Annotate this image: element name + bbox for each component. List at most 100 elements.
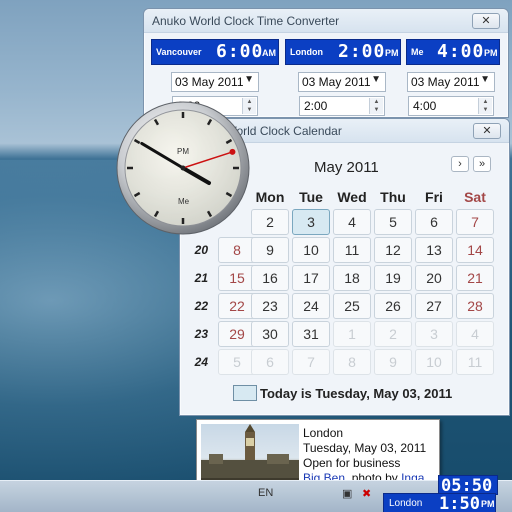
weekday-mon: Mon — [255, 189, 285, 205]
date-select-value: 03 May 2011 — [175, 75, 244, 89]
date-select-london[interactable]: 03 May 2011 ▼ — [298, 72, 386, 92]
week-number: 23 — [194, 327, 208, 341]
time-input-london[interactable]: 2:00 ▲ ▼ — [299, 96, 385, 116]
week-number: 24 — [194, 355, 208, 369]
day-cell[interactable]: 3 — [415, 321, 453, 347]
time-spinner[interactable]: ▲ ▼ — [478, 98, 492, 114]
date-select-me[interactable]: 03 May 2011 ▼ — [407, 72, 495, 92]
clock-ampm: PM — [484, 48, 498, 58]
day-cell[interactable]: 4 — [456, 321, 494, 347]
taskbar-clock-top[interactable]: 05:50 — [438, 475, 498, 496]
day-cell[interactable]: 6 — [415, 209, 453, 235]
day-cell[interactable]: 18 — [333, 265, 371, 291]
converter-close-button[interactable]: ✕ — [472, 13, 500, 29]
clock-city-label: Vancouver — [156, 47, 202, 57]
day-cell[interactable]: 16 — [251, 265, 289, 291]
day-cell[interactable]: 6 — [251, 349, 289, 375]
day-cell[interactable]: 26 — [374, 293, 412, 319]
taskbar-clock-london[interactable]: London 1:50 PM — [383, 493, 496, 512]
day-cell[interactable]: 2 — [251, 209, 289, 235]
clock-london[interactable]: London 2:00 PM — [285, 39, 401, 65]
spin-down-icon[interactable]: ▼ — [370, 106, 383, 114]
clock-ampm: PM — [385, 48, 399, 58]
volume-muted-icon[interactable]: ✖ — [362, 487, 371, 500]
clock-me[interactable]: Me 4:00 PM — [406, 39, 500, 65]
clock-time: 2:00 — [338, 41, 386, 62]
day-cell[interactable]: 4 — [333, 209, 371, 235]
day-cell[interactable]: 9 — [251, 237, 289, 263]
day-cell[interactable]: 13 — [415, 237, 453, 263]
clock-ampm: AM — [262, 48, 276, 58]
converter-title: Anuko World Clock Time Converter — [152, 14, 340, 28]
week-number: 22 — [194, 299, 208, 313]
day-cell[interactable]: 21 — [456, 265, 494, 291]
time-spinner[interactable]: ▲ ▼ — [369, 98, 383, 114]
clock-time: 4:00 — [437, 41, 485, 62]
weekday-tue: Tue — [299, 189, 323, 205]
spin-down-icon[interactable]: ▼ — [479, 106, 492, 114]
day-cell-today[interactable]: 3 — [292, 209, 330, 235]
day-cell[interactable]: 14 — [456, 237, 494, 263]
day-cell[interactable]: 20 — [415, 265, 453, 291]
day-cell[interactable]: 1 — [333, 321, 371, 347]
clock-time: 6:00 — [216, 41, 264, 62]
dropdown-arrow-icon[interactable]: ▼ — [371, 74, 381, 85]
analog-clock[interactable]: PM Me — [115, 100, 251, 236]
tooltip-city: London — [303, 426, 344, 440]
day-cell[interactable]: 7 — [292, 349, 330, 375]
day-cell[interactable]: 28 — [456, 293, 494, 319]
week-number: 20 — [194, 243, 208, 257]
day-cell[interactable]: 7 — [456, 209, 494, 235]
day-cell[interactable]: 10 — [292, 237, 330, 263]
weekday-wed: Wed — [337, 189, 367, 205]
time-input-value: 4:00 — [413, 99, 437, 113]
dropdown-arrow-icon[interactable]: ▼ — [480, 74, 490, 85]
clock-hub — [180, 165, 186, 171]
week-number: 21 — [194, 271, 208, 285]
day-cell[interactable]: 19 — [374, 265, 412, 291]
month-label: May 2011 — [314, 159, 379, 176]
day-cell[interactable]: 12 — [374, 237, 412, 263]
day-cell[interactable]: 25 — [333, 293, 371, 319]
second-hand-dot — [229, 148, 236, 155]
taskbar-clock-time: 1:50 — [439, 494, 480, 512]
city-photo — [201, 424, 299, 486]
spin-up-icon[interactable]: ▲ — [479, 98, 492, 106]
time-input-value: 2:00 — [304, 99, 328, 113]
next-year-button[interactable]: » — [473, 156, 491, 172]
clock-city-label: Me — [411, 47, 424, 57]
calendar-close-button[interactable]: ✕ — [473, 123, 501, 139]
day-cell[interactable]: 11 — [333, 237, 371, 263]
date-select-value: 03 May 2011 — [411, 75, 480, 89]
spin-up-icon[interactable]: ▲ — [370, 98, 383, 106]
day-cell[interactable]: 8 — [333, 349, 371, 375]
day-cell[interactable]: 23 — [251, 293, 289, 319]
day-cell[interactable]: 24 — [292, 293, 330, 319]
time-input-me[interactable]: 4:00 ▲ ▼ — [408, 96, 494, 116]
day-cell[interactable]: 2 — [374, 321, 412, 347]
date-select-value: 03 May 2011 — [302, 75, 371, 89]
date-select-vancouver[interactable]: 03 May 2011 ▼ — [171, 72, 259, 92]
taskbar-clock-ampm: PM — [481, 499, 495, 509]
weekday-sat: Sat — [464, 189, 486, 205]
converter-titlebar[interactable]: Anuko World Clock Time Converter ✕ — [144, 9, 508, 33]
day-cell[interactable]: 9 — [374, 349, 412, 375]
network-icon[interactable]: ▣ — [342, 487, 352, 500]
today-label[interactable]: Today is Tuesday, May 03, 2011 — [260, 386, 452, 401]
day-cell[interactable]: 27 — [415, 293, 453, 319]
language-indicator[interactable]: EN — [258, 487, 273, 499]
day-cell[interactable]: 17 — [292, 265, 330, 291]
day-cell[interactable]: 10 — [415, 349, 453, 375]
today-swatch — [233, 385, 257, 401]
clock-me-label: Me — [178, 197, 190, 206]
dropdown-arrow-icon[interactable]: ▼ — [244, 74, 254, 85]
taskbar: EN ▣ ✖ 05:50 London 1:50 PM — [0, 475, 512, 512]
clock-vancouver[interactable]: Vancouver 6:00 AM — [151, 39, 279, 65]
next-month-button[interactable]: › — [451, 156, 469, 172]
day-cell[interactable]: 5 — [374, 209, 412, 235]
weekday-fri: Fri — [425, 189, 443, 205]
day-cell[interactable]: 30 — [251, 321, 289, 347]
day-cell[interactable]: 11 — [456, 349, 494, 375]
day-cell[interactable]: 31 — [292, 321, 330, 347]
weekday-thu: Thu — [380, 189, 406, 205]
